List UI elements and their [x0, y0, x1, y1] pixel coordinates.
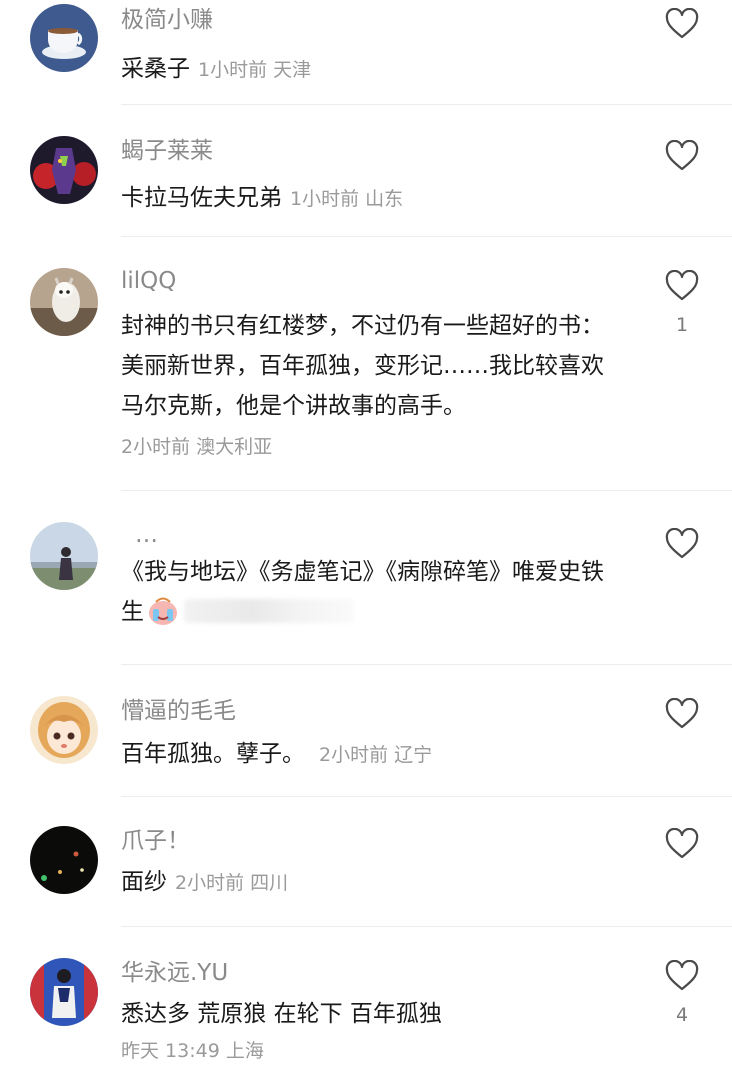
divider: [121, 236, 732, 237]
like-button[interactable]: [664, 8, 700, 40]
divider: [121, 664, 732, 665]
heart-outline-icon: [665, 8, 699, 39]
comment-text: 采桑子 1小时前 天津: [121, 49, 622, 90]
blurred-text: [184, 599, 354, 623]
like-button[interactable]: [664, 828, 700, 860]
like-button[interactable]: [664, 528, 700, 560]
comment-username[interactable]: …: [121, 520, 622, 550]
comment-username[interactable]: 爪子！: [121, 826, 622, 856]
comment-time: 2小时前: [175, 872, 245, 894]
coffee-cup-avatar[interactable]: [30, 4, 98, 72]
comment-location: 天津: [273, 59, 312, 81]
comment-text: 悉达多 荒原狼 在轮下 百年孤独: [121, 1001, 442, 1027]
like-count: 4: [675, 1004, 689, 1026]
comment-username[interactable]: 蝎子莱莱: [121, 136, 622, 166]
comment-time: 1小时前: [198, 59, 268, 81]
comment-location: 澳大利亚: [196, 436, 273, 458]
comment-text: 《我与地坛》《务虚笔记》《病隙碎笔》唯爱史铁生: [121, 552, 622, 632]
comment-location: 辽宁: [394, 744, 433, 766]
comment-content: 采桑子: [121, 56, 190, 82]
like-button[interactable]: [664, 698, 700, 730]
comment-time: 2小时前: [121, 436, 191, 458]
heart-outline-icon: [665, 528, 699, 559]
comment-location: 山东: [365, 188, 404, 210]
like-count: 1: [675, 314, 689, 336]
comment-content: 卡拉马佐夫兄弟: [121, 185, 282, 211]
comment-text: 百年孤独。孽子。 2小时前 辽宁: [121, 734, 622, 775]
comment-content: 百年孤独。孽子。: [121, 741, 305, 767]
heart-outline-icon: [665, 960, 699, 991]
comment-text: 面纱 2小时前 四川: [121, 862, 622, 903]
heart-outline-icon: [665, 698, 699, 729]
heart-outline-icon: [665, 140, 699, 171]
night-lights-avatar[interactable]: [30, 826, 98, 894]
crying-emoji-icon: [149, 597, 177, 625]
comment-text: 封神的书只有红楼梦，不过仍有一些超好的书：美丽新世界，百年孤独，变形记……我比较…: [121, 313, 604, 419]
comment-username[interactable]: 华永远.YU: [121, 958, 622, 988]
comment-text: 卡拉马佐夫兄弟 1小时前 山东: [121, 178, 622, 219]
divider: [121, 490, 732, 491]
divider: [121, 796, 732, 797]
comment-list: 极简小赚 采桑子 1小时前 天津 蝎子莱莱 卡拉马佐夫兄弟 1小时前 山东 li…: [0, 0, 732, 1084]
like-button[interactable]: 4: [664, 960, 700, 1026]
heart-outline-icon: [665, 828, 699, 859]
comment-username[interactable]: 懵逼的毛毛: [121, 696, 622, 726]
comment-time: 2小时前: [319, 744, 389, 766]
comment-content: 面纱: [121, 869, 167, 895]
like-button[interactable]: 1: [664, 270, 700, 336]
comment-meta: 2小时前 澳大利亚: [121, 432, 622, 462]
comment-meta: 昨天 13:49 上海: [121, 1036, 622, 1066]
divider: [121, 926, 732, 927]
comment-time: 1小时前: [290, 188, 360, 210]
performer-avatar[interactable]: [30, 958, 98, 1026]
anime-girl-avatar[interactable]: [30, 696, 98, 764]
comment-username[interactable]: lilQQ: [121, 266, 622, 296]
person-outdoor-avatar[interactable]: [30, 522, 98, 590]
divider: [121, 104, 732, 105]
comment-time: 昨天 13:49: [121, 1040, 220, 1062]
comment-location: 上海: [225, 1040, 264, 1062]
like-button[interactable]: [664, 140, 700, 172]
alpaca-avatar[interactable]: [30, 268, 98, 336]
mecha-avatar[interactable]: [30, 136, 98, 204]
heart-outline-icon: [665, 270, 699, 301]
comment-location: 四川: [250, 872, 289, 894]
comment-username[interactable]: 极简小赚: [121, 5, 622, 35]
